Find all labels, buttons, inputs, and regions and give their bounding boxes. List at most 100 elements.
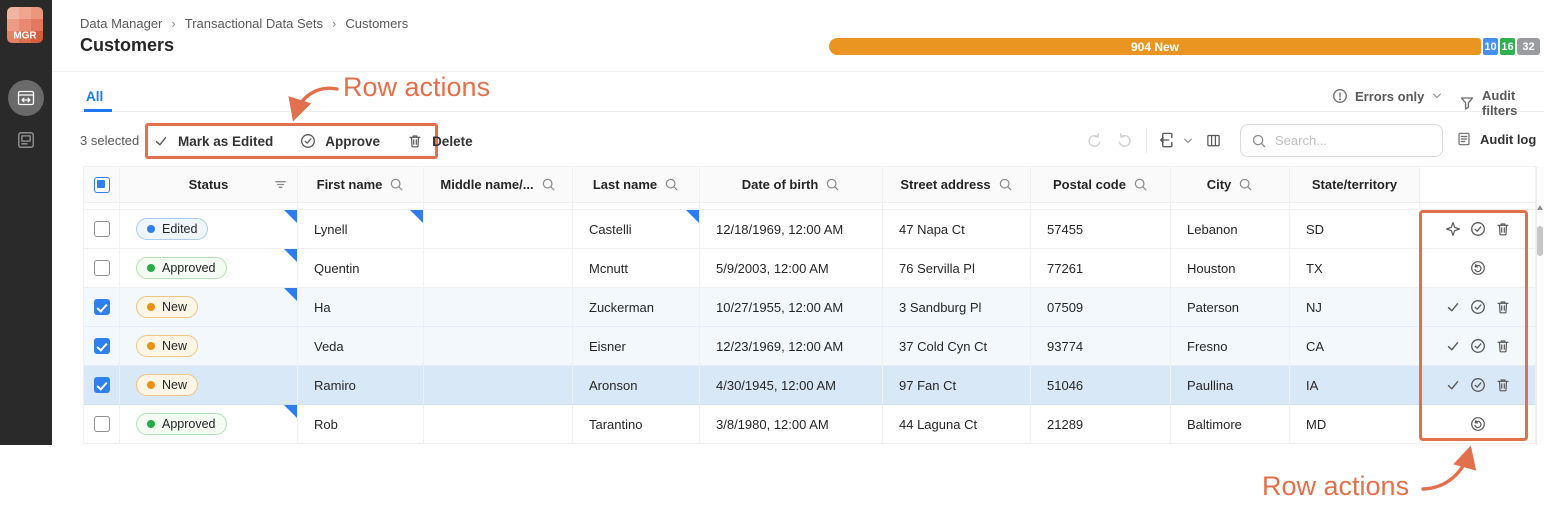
delete-row-icon[interactable] bbox=[1495, 299, 1511, 315]
undo-button[interactable] bbox=[1086, 132, 1103, 149]
mark-as-edited-row-icon[interactable] bbox=[1445, 377, 1461, 393]
mark-as-edited-sparkle-icon[interactable] bbox=[1445, 221, 1461, 237]
search-icon[interactable] bbox=[389, 177, 404, 192]
cell-status[interactable]: Approved bbox=[120, 249, 298, 288]
cell-city[interactable]: Baltimore bbox=[1171, 405, 1290, 444]
search-icon[interactable] bbox=[998, 177, 1013, 192]
cell-postal-code[interactable]: 21289 bbox=[1031, 405, 1171, 444]
status-filter-icon[interactable] bbox=[273, 177, 288, 192]
cell-status[interactable]: Approved bbox=[120, 405, 298, 444]
cell-last-name[interactable]: Zuckerman bbox=[573, 288, 700, 327]
cell-last-name[interactable]: Eisner bbox=[573, 327, 700, 366]
cell-date-of-birth[interactable]: 12/18/1969, 12:00 AM bbox=[700, 210, 883, 249]
search-icon[interactable] bbox=[1133, 177, 1148, 192]
cell-date-of-birth[interactable]: 12/23/1969, 12:00 AM bbox=[700, 327, 883, 366]
row-checkbox[interactable] bbox=[93, 299, 110, 315]
progress-segment-new[interactable]: 904 New bbox=[829, 38, 1481, 55]
cell-first-name[interactable]: Ha bbox=[298, 288, 424, 327]
cell-last-name[interactable]: Mcnutt bbox=[573, 249, 700, 288]
row-checkbox[interactable] bbox=[93, 260, 110, 276]
cell-middle-name[interactable] bbox=[424, 288, 573, 327]
cell-last-name[interactable]: Aronson bbox=[573, 366, 700, 405]
progress-segment-gray[interactable]: 32 bbox=[1517, 38, 1540, 55]
mark-as-edited-button[interactable]: Mark as Edited bbox=[153, 133, 273, 149]
cell-date-of-birth[interactable]: 4/30/1945, 12:00 AM bbox=[700, 366, 883, 405]
cell-middle-name[interactable] bbox=[424, 366, 573, 405]
cell-state[interactable]: MD bbox=[1290, 405, 1420, 444]
cell-postal-code[interactable]: 77261 bbox=[1031, 249, 1171, 288]
header-postal-code[interactable]: Postal code bbox=[1031, 167, 1171, 203]
cell-first-name[interactable]: Quentin bbox=[298, 249, 424, 288]
cell-street-address[interactable]: 37 Cold Cyn Ct bbox=[883, 327, 1031, 366]
search-input[interactable] bbox=[1275, 133, 1425, 148]
approve-row-icon[interactable] bbox=[1470, 299, 1486, 315]
delete-row-icon[interactable] bbox=[1495, 221, 1511, 237]
revert-row-icon[interactable] bbox=[1470, 416, 1486, 432]
cell-status[interactable]: New bbox=[120, 288, 298, 327]
cell-city[interactable]: Lebanon bbox=[1171, 210, 1290, 249]
sidebar-item-console[interactable] bbox=[16, 130, 36, 150]
header-middle-name[interactable]: Middle name/... bbox=[424, 167, 573, 203]
cell-middle-name[interactable] bbox=[424, 249, 573, 288]
approve-button[interactable]: Approve bbox=[300, 133, 380, 149]
cell-last-name[interactable]: Castelli bbox=[573, 210, 700, 249]
cell-status[interactable]: New bbox=[120, 327, 298, 366]
cell-first-name[interactable]: Lynell bbox=[298, 210, 424, 249]
header-state-territory[interactable]: State/territory bbox=[1290, 167, 1420, 203]
cell-state[interactable]: SD bbox=[1290, 210, 1420, 249]
breadcrumb-transactional-data-sets[interactable]: Transactional Data Sets bbox=[185, 16, 323, 31]
cell-middle-name[interactable] bbox=[424, 327, 573, 366]
delete-row-icon[interactable] bbox=[1495, 338, 1511, 354]
approve-row-icon[interactable] bbox=[1470, 377, 1486, 393]
cell-city[interactable]: Houston bbox=[1171, 249, 1290, 288]
cell-postal-code[interactable]: 93774 bbox=[1031, 327, 1171, 366]
search-icon[interactable] bbox=[541, 177, 556, 192]
columns-button[interactable] bbox=[1205, 132, 1222, 149]
cell-date-of-birth[interactable]: 5/9/2003, 12:00 AM bbox=[700, 249, 883, 288]
cell-status[interactable]: New bbox=[120, 366, 298, 405]
audit-filters-button[interactable]: Audit filters bbox=[1459, 88, 1544, 118]
row-checkbox[interactable] bbox=[93, 416, 110, 432]
header-street-address[interactable]: Street address bbox=[883, 167, 1031, 203]
cell-city[interactable]: Paterson bbox=[1171, 288, 1290, 327]
cell-city[interactable]: Fresno bbox=[1171, 327, 1290, 366]
cell-city[interactable]: Paullina bbox=[1171, 366, 1290, 405]
mark-as-edited-row-icon[interactable] bbox=[1445, 338, 1461, 354]
cell-street-address[interactable]: 76 Servilla Pl bbox=[883, 249, 1031, 288]
scrollbar-up-arrow-icon[interactable] bbox=[1537, 205, 1543, 210]
header-last-name[interactable]: Last name bbox=[573, 167, 700, 203]
tab-all[interactable]: All bbox=[86, 89, 103, 104]
cell-postal-code[interactable]: 57455 bbox=[1031, 210, 1171, 249]
select-all-checkbox[interactable] bbox=[93, 176, 110, 193]
header-first-name[interactable]: First name bbox=[298, 167, 424, 203]
header-status[interactable]: Status bbox=[120, 167, 298, 203]
cell-street-address[interactable]: 44 Laguna Ct bbox=[883, 405, 1031, 444]
cell-postal-code[interactable]: 07509 bbox=[1031, 288, 1171, 327]
cell-street-address[interactable]: 97 Fan Ct bbox=[883, 366, 1031, 405]
cell-status[interactable]: Edited bbox=[120, 210, 298, 249]
scrollbar-thumb[interactable] bbox=[1537, 226, 1543, 256]
row-checkbox[interactable] bbox=[93, 221, 110, 237]
cell-first-name[interactable]: Ramiro bbox=[298, 366, 424, 405]
delete-row-icon[interactable] bbox=[1495, 377, 1511, 393]
redo-button[interactable] bbox=[1116, 132, 1133, 149]
search-icon[interactable] bbox=[825, 177, 840, 192]
cell-last-name[interactable]: Tarantino bbox=[573, 405, 700, 444]
errors-only-dropdown[interactable]: Errors only bbox=[1332, 88, 1443, 104]
approve-row-icon[interactable] bbox=[1470, 338, 1486, 354]
export-chevron-icon[interactable] bbox=[1182, 135, 1194, 147]
header-city[interactable]: City bbox=[1171, 167, 1290, 203]
breadcrumb-data-manager[interactable]: Data Manager bbox=[80, 16, 162, 31]
breadcrumb-customers[interactable]: Customers bbox=[345, 16, 408, 31]
cell-state[interactable]: TX bbox=[1290, 249, 1420, 288]
export-button[interactable] bbox=[1158, 131, 1176, 149]
cell-date-of-birth[interactable]: 3/8/1980, 12:00 AM bbox=[700, 405, 883, 444]
cell-street-address[interactable]: 3 Sandburg Pl bbox=[883, 288, 1031, 327]
cell-date-of-birth[interactable]: 10/27/1955, 12:00 AM bbox=[700, 288, 883, 327]
cell-middle-name[interactable] bbox=[424, 405, 573, 444]
row-checkbox[interactable] bbox=[93, 377, 110, 393]
progress-segment-green[interactable]: 16 bbox=[1500, 38, 1515, 55]
delete-button[interactable]: Delete bbox=[407, 133, 473, 149]
search-icon[interactable] bbox=[1238, 177, 1253, 192]
row-checkbox[interactable] bbox=[93, 338, 110, 354]
